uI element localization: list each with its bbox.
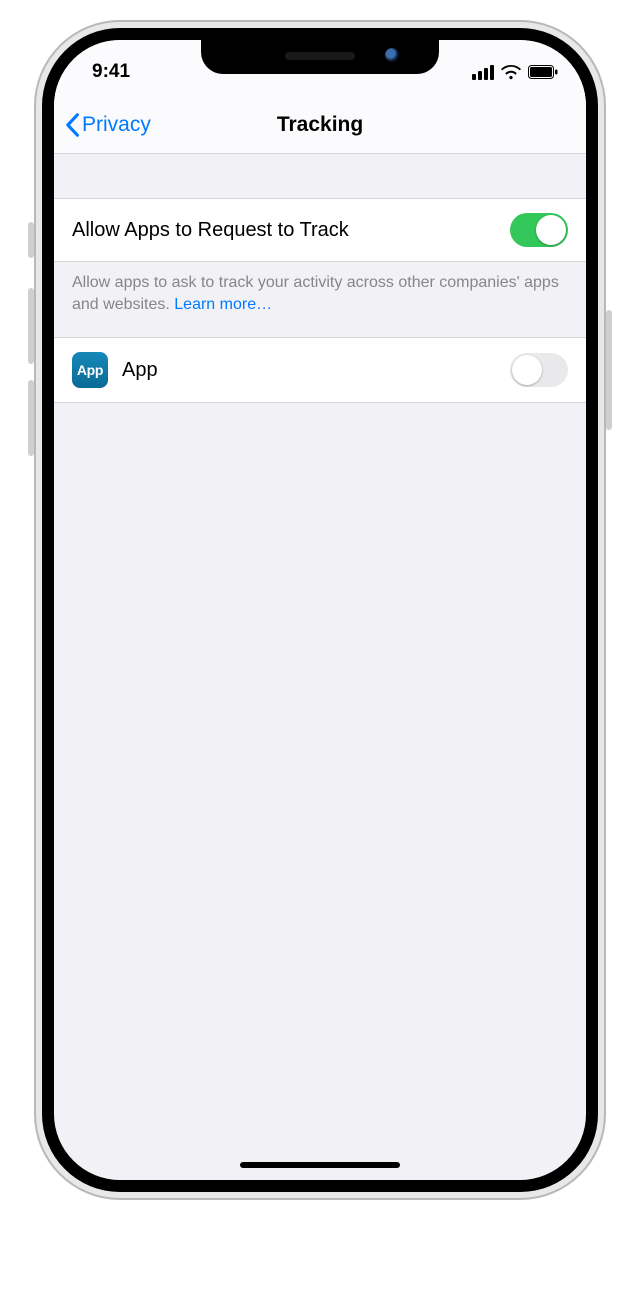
app-icon: App bbox=[72, 352, 108, 388]
app-info: App App bbox=[72, 352, 158, 388]
device-side-button bbox=[28, 222, 34, 258]
device-bezel: 9:41 bbox=[42, 28, 598, 1192]
allow-apps-to-request-label: Allow Apps to Request to Track bbox=[72, 219, 349, 242]
device-side-button bbox=[606, 310, 612, 430]
status-time: 9:41 bbox=[82, 53, 130, 83]
app-tracking-cell: App App bbox=[54, 337, 586, 403]
front-camera bbox=[385, 48, 399, 62]
speaker-grille bbox=[285, 52, 355, 60]
allow-apps-to-request-toggle[interactable] bbox=[510, 213, 568, 247]
status-icons bbox=[472, 57, 558, 80]
learn-more-link[interactable]: Learn more… bbox=[174, 296, 272, 313]
device-side-button bbox=[28, 380, 34, 456]
app-tracking-toggle[interactable] bbox=[510, 353, 568, 387]
app-name-label: App bbox=[122, 359, 158, 382]
device-frame: 9:41 bbox=[34, 20, 606, 1200]
section-footer-text: Allow apps to ask to track your activity… bbox=[72, 274, 559, 313]
section-footer: Allow apps to ask to track your activity… bbox=[54, 262, 586, 337]
allow-apps-to-request-cell: Allow Apps to Request to Track bbox=[54, 198, 586, 262]
content: Allow Apps to Request to Track Allow app… bbox=[54, 154, 586, 1180]
battery-icon bbox=[528, 65, 558, 79]
wifi-icon bbox=[501, 65, 521, 80]
stage: 9:41 bbox=[0, 0, 640, 1304]
device-side-button bbox=[28, 288, 34, 364]
screen: 9:41 bbox=[54, 40, 586, 1180]
app-icon-text: App bbox=[77, 362, 103, 378]
back-label: Privacy bbox=[82, 113, 151, 137]
cellular-icon bbox=[472, 65, 494, 80]
notch bbox=[201, 40, 439, 74]
nav-bar: Privacy Tracking bbox=[54, 96, 586, 154]
home-indicator[interactable] bbox=[240, 1162, 400, 1168]
back-button[interactable]: Privacy bbox=[54, 113, 151, 137]
chevron-left-icon bbox=[64, 113, 80, 137]
